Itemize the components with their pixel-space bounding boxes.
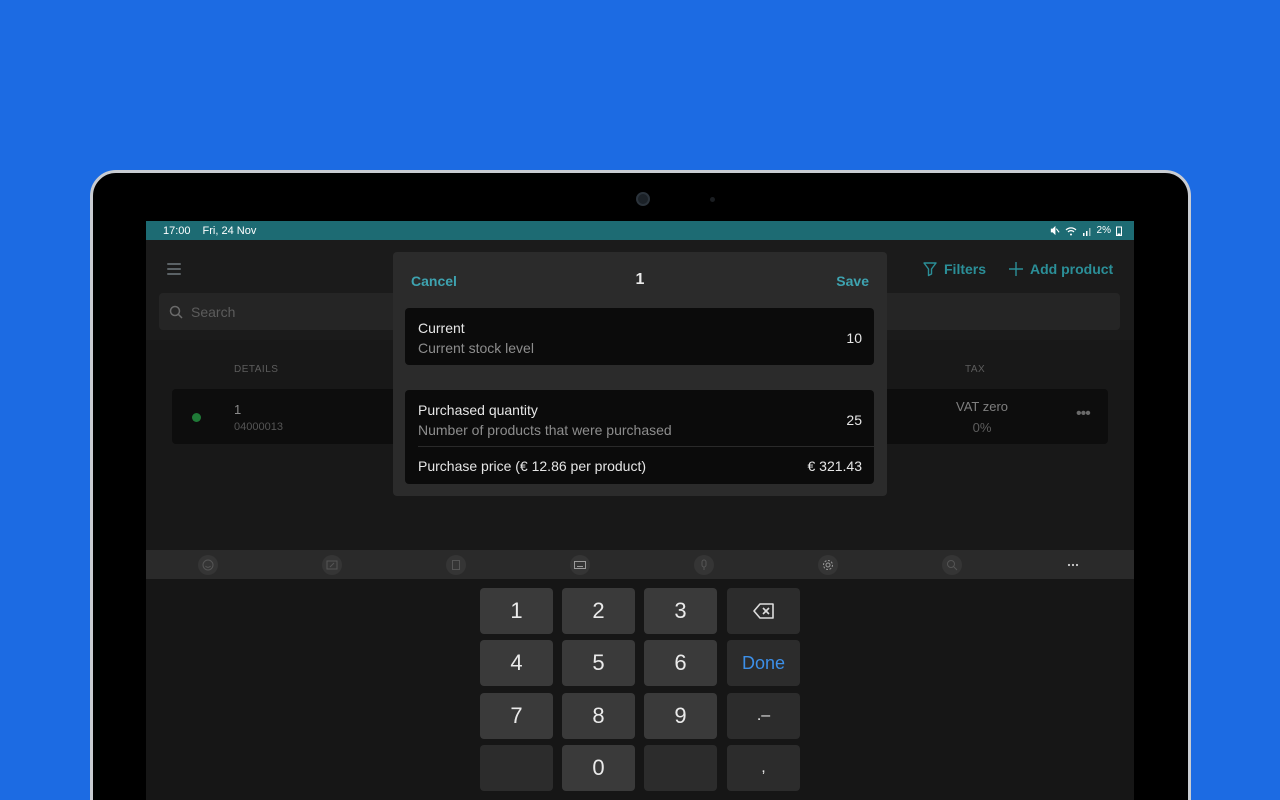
current-sublabel: Current stock level (418, 340, 534, 356)
tax-name: VAT zero (955, 399, 1009, 414)
column-header-tax: TAX (965, 364, 986, 375)
status-dot (192, 413, 201, 422)
key-9[interactable]: 9 (644, 693, 717, 739)
purchased-quantity-sublabel: Number of products that were purchased (418, 422, 672, 438)
more-options-icon[interactable]: ••• (1076, 405, 1091, 423)
clipboard-icon[interactable] (446, 555, 466, 575)
proximity-sensor (710, 197, 715, 202)
stock-dialog: Cancel 1 Save Current Current stock leve… (393, 252, 887, 496)
screen: 17:00 Fri, 24 Nov 2% Filters Add product… (146, 221, 1134, 800)
blank-key[interactable] (644, 745, 717, 791)
purchase-price-field[interactable]: € 321.43 (808, 458, 863, 474)
add-product-button[interactable]: Add product (1008, 261, 1113, 277)
emoji-icon[interactable] (198, 555, 218, 575)
battery-icon (1116, 226, 1122, 236)
save-button[interactable]: Save (836, 273, 869, 289)
product-name: 1 (234, 402, 242, 417)
numeric-keypad: 1 2 3 4 5 6 Done 7 8 9 .– 0 , (146, 579, 1134, 800)
settings-icon[interactable] (818, 555, 838, 575)
status-bar: 17:00 Fri, 24 Nov 2% (146, 221, 1134, 240)
more-icon[interactable] (1063, 555, 1083, 575)
key-7[interactable]: 7 (480, 693, 553, 739)
dot-dash-key[interactable]: .– (727, 693, 800, 739)
search-icon[interactable] (942, 555, 962, 575)
current-label: Current (418, 320, 465, 336)
tax-rate: 0% (972, 420, 992, 435)
mute-icon (1050, 225, 1060, 236)
search-placeholder: Search (191, 303, 236, 320)
dialog-title: 1 (635, 271, 645, 288)
key-0[interactable]: 0 (562, 745, 635, 791)
hamburger-menu-icon[interactable] (167, 263, 181, 275)
backspace-key[interactable] (727, 588, 800, 634)
keyboard-icon[interactable] (570, 555, 590, 575)
divider (418, 446, 874, 447)
filters-button[interactable]: Filters (922, 261, 986, 277)
current-stock-card: Current Current stock level 10 (405, 308, 874, 365)
column-header-details: DETAILS (234, 364, 279, 375)
current-stock-value: 10 (846, 330, 862, 346)
key-8[interactable]: 8 (562, 693, 635, 739)
battery-percent: 2% (1096, 225, 1111, 236)
key-5[interactable]: 5 (562, 640, 635, 686)
product-code: 04000013 (234, 421, 283, 433)
purchased-quantity-field[interactable]: 25 (846, 412, 862, 428)
filter-icon (923, 262, 937, 277)
status-icons: 2% (1049, 225, 1122, 236)
backspace-icon (752, 603, 774, 619)
key-1[interactable]: 1 (480, 588, 553, 634)
key-6[interactable]: 6 (644, 640, 717, 686)
purchased-quantity-label: Purchased quantity (418, 402, 538, 418)
comma-key[interactable]: , (727, 745, 800, 791)
keyboard-toolbar (146, 550, 1134, 579)
microphone-icon[interactable] (694, 555, 714, 575)
handwriting-icon[interactable] (322, 555, 342, 575)
status-time: 17:00 (163, 224, 191, 237)
purchase-price-label: Purchase price (€ 12.86 per product) (418, 458, 647, 474)
signal-icon (1082, 227, 1091, 236)
plus-icon (1009, 262, 1023, 276)
purchase-card: Purchased quantity Number of products th… (405, 390, 874, 484)
wifi-icon (1065, 226, 1076, 235)
key-3[interactable]: 3 (644, 588, 717, 634)
done-key[interactable]: Done (727, 640, 800, 686)
status-date: Fri, 24 Nov (202, 224, 257, 237)
key-2[interactable]: 2 (562, 588, 635, 634)
search-icon (169, 305, 183, 319)
front-camera (636, 192, 650, 206)
key-4[interactable]: 4 (480, 640, 553, 686)
add-product-label: Add product (1030, 261, 1114, 277)
filters-label: Filters (944, 261, 987, 277)
blank-key[interactable] (480, 745, 553, 791)
